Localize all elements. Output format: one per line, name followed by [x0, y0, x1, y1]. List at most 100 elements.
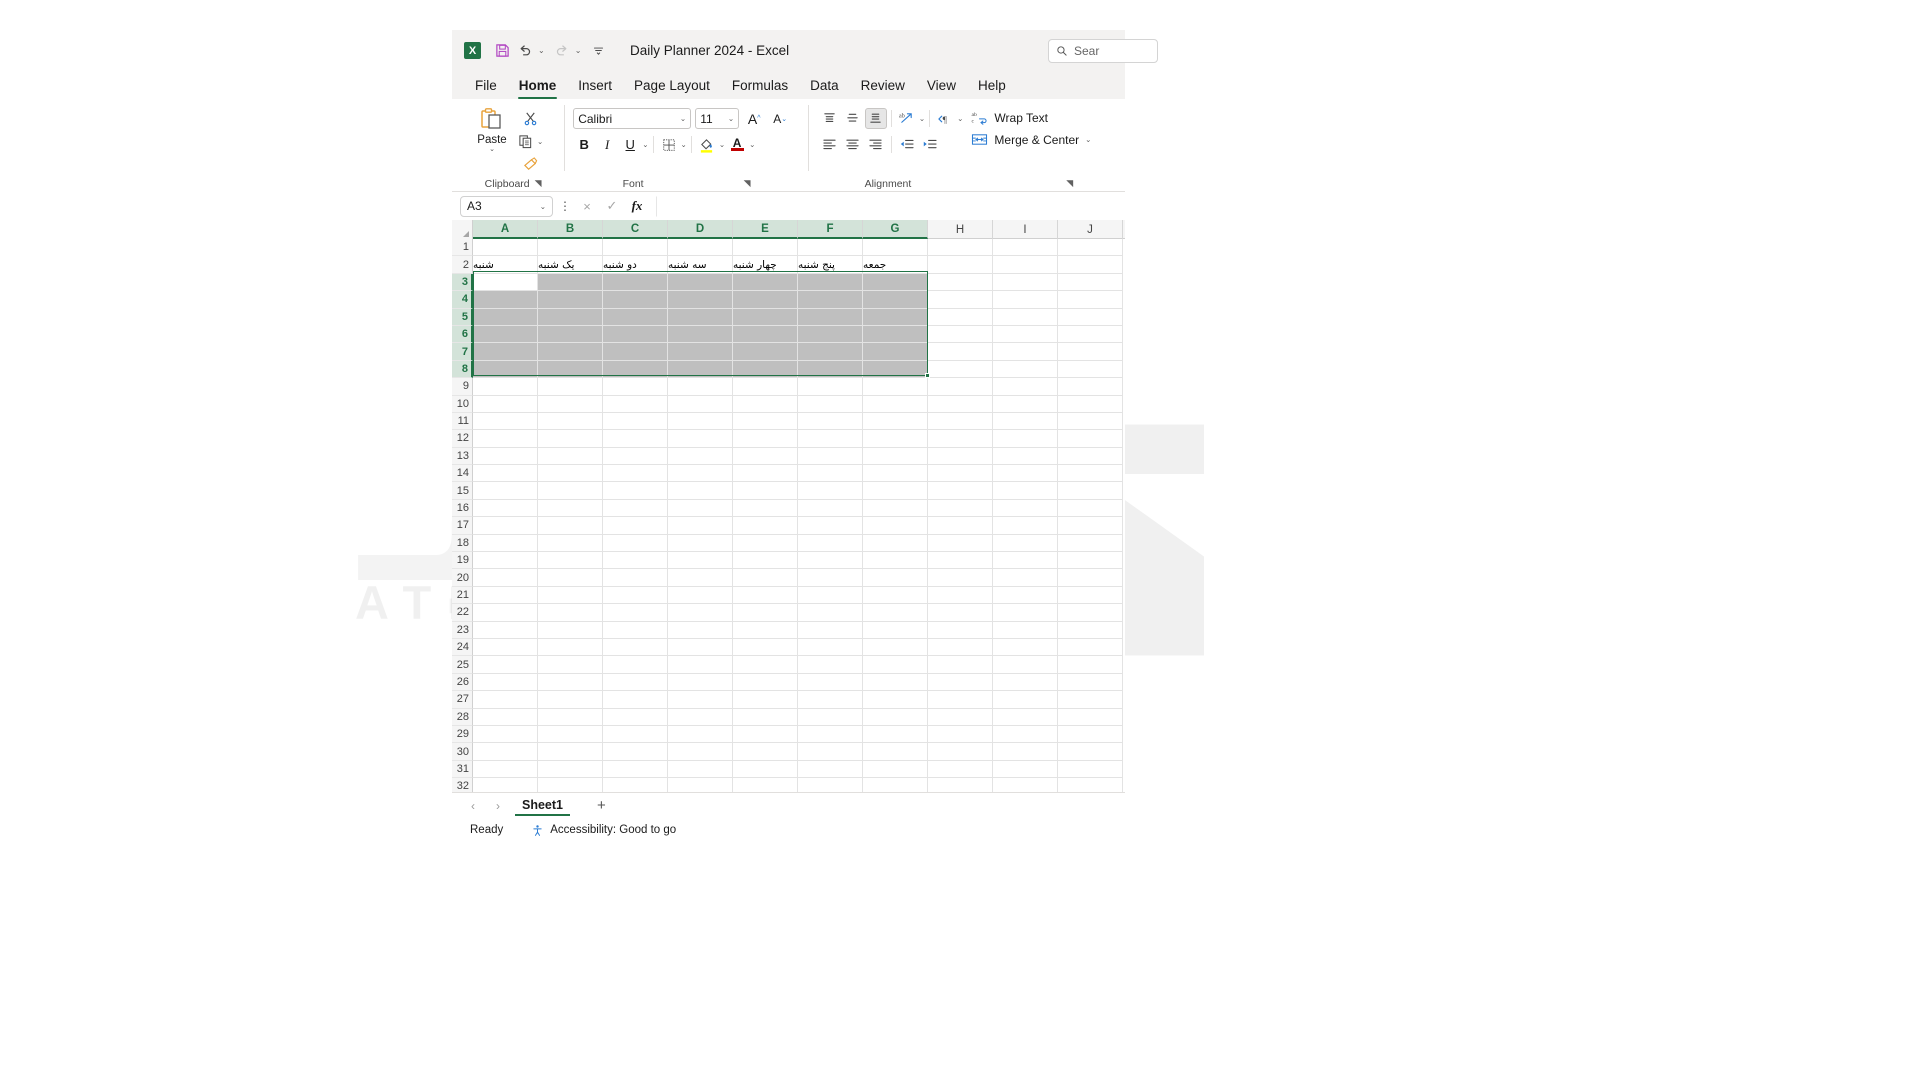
cell-F23[interactable] — [798, 621, 863, 639]
tab-page-layout[interactable]: Page Layout — [623, 76, 721, 99]
cell-I6[interactable] — [993, 325, 1058, 344]
cell-I12[interactable] — [993, 430, 1058, 448]
row-header-2[interactable]: 2 — [452, 256, 473, 274]
cell-F26[interactable] — [798, 673, 863, 692]
cell-D1[interactable] — [668, 239, 733, 257]
format-painter-button[interactable] — [518, 154, 542, 174]
cell-A3[interactable] — [473, 273, 538, 292]
cell-F13[interactable] — [798, 447, 863, 466]
confirm-entry-button[interactable]: ✓ — [602, 196, 622, 216]
formula-input[interactable] — [656, 195, 1117, 217]
cell-D2[interactable]: سه شنبه — [668, 256, 733, 274]
align-center-button[interactable] — [842, 134, 864, 155]
cell-J26[interactable] — [1058, 673, 1123, 692]
cell-A13[interactable] — [473, 447, 538, 466]
formula-bar-options-icon[interactable]: ⋮ — [558, 199, 572, 213]
cell-D14[interactable] — [668, 465, 733, 483]
cell-J24[interactable] — [1058, 638, 1123, 657]
cell-C12[interactable] — [603, 430, 668, 448]
tab-home[interactable]: Home — [508, 76, 568, 99]
undo-icon[interactable] — [515, 41, 535, 61]
bold-button[interactable]: B — [573, 134, 595, 155]
cell-E29[interactable] — [733, 725, 798, 744]
cell-A21[interactable] — [473, 586, 538, 605]
cell-I8[interactable] — [993, 360, 1058, 379]
cell-G14[interactable] — [863, 465, 928, 483]
row-header-19[interactable]: 19 — [452, 552, 473, 570]
cell-F2[interactable]: پنج شنبه — [798, 256, 863, 274]
cell-E17[interactable] — [733, 517, 798, 535]
cell-C8[interactable] — [603, 360, 668, 379]
cell-E5[interactable] — [733, 308, 798, 326]
cell-G28[interactable] — [863, 708, 928, 726]
cell-I24[interactable] — [993, 638, 1058, 657]
row-header-22[interactable]: 22 — [452, 604, 473, 622]
cell-F16[interactable] — [798, 499, 863, 518]
cell-C14[interactable] — [603, 465, 668, 483]
previous-sheet-button[interactable]: ‹ — [465, 799, 481, 813]
row-header-17[interactable]: 17 — [452, 517, 473, 535]
cell-H31[interactable] — [928, 760, 993, 779]
name-box-dropdown-icon[interactable]: ⌄ — [540, 202, 546, 211]
cell-F27[interactable] — [798, 691, 863, 709]
cell-H4[interactable] — [928, 291, 993, 309]
cell-A30[interactable] — [473, 743, 538, 761]
cell-D7[interactable] — [668, 343, 733, 361]
cell-C19[interactable] — [603, 552, 668, 570]
insert-function-button[interactable]: fx — [627, 196, 647, 216]
cell-E7[interactable] — [733, 343, 798, 361]
cell-H29[interactable] — [928, 725, 993, 744]
cell-C9[interactable] — [603, 378, 668, 396]
cell-B23[interactable] — [538, 621, 603, 639]
align-top-button[interactable] — [819, 108, 841, 129]
cell-H5[interactable] — [928, 308, 993, 326]
cell-J13[interactable] — [1058, 447, 1123, 466]
decrease-font-size-button[interactable]: A ⌄ — [769, 108, 791, 129]
cell-H23[interactable] — [928, 621, 993, 639]
cell-H21[interactable] — [928, 586, 993, 605]
cell-F15[interactable] — [798, 482, 863, 500]
borders-dropdown-icon[interactable]: ⌄ — [681, 140, 687, 149]
cell-F28[interactable] — [798, 708, 863, 726]
orientation-button[interactable]: ab — [896, 108, 918, 129]
row-header-29[interactable]: 29 — [452, 725, 473, 744]
cell-B29[interactable] — [538, 725, 603, 744]
cell-G21[interactable] — [863, 586, 928, 605]
cell-F20[interactable] — [798, 569, 863, 587]
cell-E11[interactable] — [733, 412, 798, 431]
cell-H25[interactable] — [928, 656, 993, 674]
cell-D22[interactable] — [668, 604, 733, 622]
wrap-text-button[interactable]: ab c Wrap Text — [971, 110, 1091, 125]
cell-B28[interactable] — [538, 708, 603, 726]
cell-J1[interactable] — [1058, 239, 1123, 257]
save-icon[interactable] — [492, 41, 512, 61]
cell-D11[interactable] — [668, 412, 733, 431]
cell-J8[interactable] — [1058, 360, 1123, 379]
cell-J30[interactable] — [1058, 743, 1123, 761]
cell-I2[interactable] — [993, 256, 1058, 274]
cell-A5[interactable] — [473, 308, 538, 326]
cell-J31[interactable] — [1058, 760, 1123, 779]
cell-E25[interactable] — [733, 656, 798, 674]
cell-G27[interactable] — [863, 691, 928, 709]
sheet-tab-sheet1[interactable]: Sheet1 — [515, 795, 570, 816]
cell-I27[interactable] — [993, 691, 1058, 709]
cell-C18[interactable] — [603, 534, 668, 553]
increase-font-size-button[interactable]: A ^ — [743, 108, 765, 129]
cell-J7[interactable] — [1058, 343, 1123, 361]
cell-E23[interactable] — [733, 621, 798, 639]
cell-H19[interactable] — [928, 552, 993, 570]
cell-F9[interactable] — [798, 378, 863, 396]
cell-I21[interactable] — [993, 586, 1058, 605]
row-header-28[interactable]: 28 — [452, 708, 473, 726]
cell-F22[interactable] — [798, 604, 863, 622]
cell-D4[interactable] — [668, 291, 733, 309]
row-header-16[interactable]: 16 — [452, 499, 473, 518]
row-header-18[interactable]: 18 — [452, 534, 473, 553]
cell-G5[interactable] — [863, 308, 928, 326]
cell-J27[interactable] — [1058, 691, 1123, 709]
cell-E26[interactable] — [733, 673, 798, 692]
cell-I16[interactable] — [993, 499, 1058, 518]
cell-A1[interactable] — [473, 239, 538, 257]
cell-D5[interactable] — [668, 308, 733, 326]
